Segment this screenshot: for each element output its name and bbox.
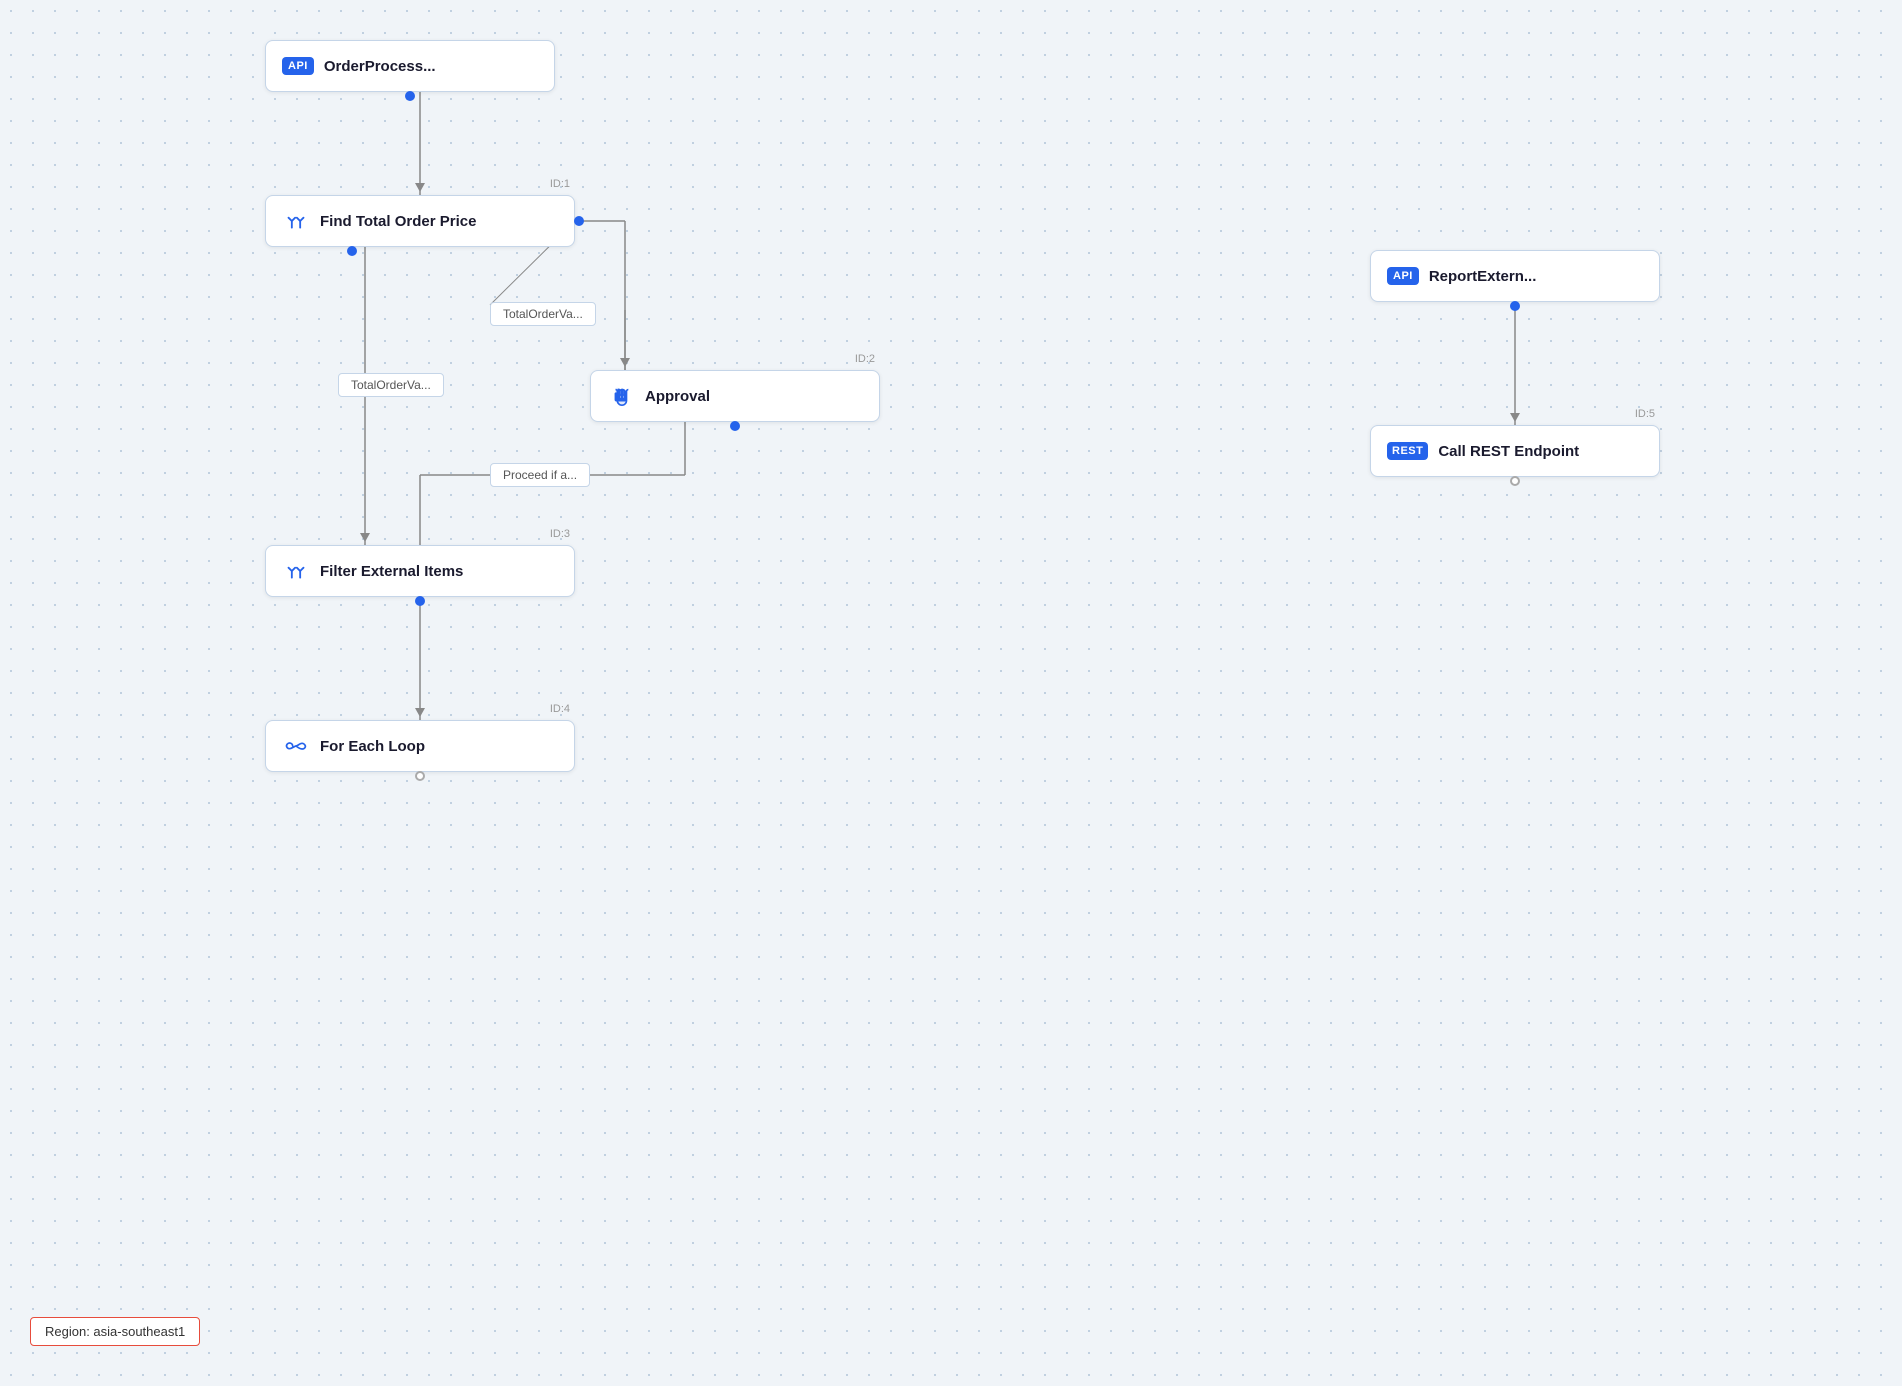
connector-totalorderva-left: TotalOrderVa... [338, 373, 444, 397]
api-badge-order: API [282, 57, 314, 75]
dot-order-bottom [405, 91, 415, 101]
node-order-process[interactable]: API OrderProcess... [265, 40, 555, 92]
node-for-each-loop[interactable]: ID:4 For Each Loop [265, 720, 575, 772]
loop-icon [282, 732, 310, 760]
dot-report-extern-bottom [1510, 301, 1520, 311]
dot-filter-external-bottom [415, 596, 425, 606]
dot-for-each-bottom-empty [415, 771, 425, 781]
region-label: Region: asia-southeast1 [45, 1324, 185, 1339]
node-find-total-label: Find Total Order Price [320, 213, 476, 230]
node-call-rest[interactable]: ID:5 REST Call REST Endpoint [1370, 425, 1660, 477]
dot-find-total-bottom [347, 246, 357, 256]
dot-approval-bottom [730, 421, 740, 431]
node-call-rest-id: ID:5 [1635, 408, 1655, 420]
node-report-extern-label: ReportExtern... [1429, 268, 1537, 285]
node-approval-label: Approval [645, 388, 710, 405]
filter-icon-find-total [282, 207, 310, 235]
connector-proceed-if: Proceed if a... [490, 463, 590, 487]
filter-icon-external [282, 557, 310, 585]
connector-totalorderva-top: TotalOrderVa... [490, 302, 596, 326]
region-badge: Region: asia-southeast1 [30, 1317, 200, 1346]
node-filter-external-label: Filter External Items [320, 563, 463, 580]
node-find-total[interactable]: ID:1 Find Total Order Price [265, 195, 575, 247]
node-order-process-label: OrderProcess... [324, 58, 436, 75]
node-report-extern[interactable]: API ReportExtern... [1370, 250, 1660, 302]
api-badge-report: API [1387, 267, 1419, 285]
node-for-each-label: For Each Loop [320, 738, 425, 755]
hand-icon-approval [607, 382, 635, 410]
node-approval-id: ID:2 [855, 353, 875, 365]
flow-canvas: API OrderProcess... ID:1 Find Total Orde… [0, 0, 1902, 1386]
dot-find-total-right [574, 216, 584, 226]
node-filter-external-id: ID:3 [550, 528, 570, 540]
dot-call-rest-bottom-empty [1510, 476, 1520, 486]
rest-badge: REST [1387, 442, 1428, 460]
node-filter-external[interactable]: ID:3 Filter External Items [265, 545, 575, 597]
node-approval[interactable]: ID:2 Approval [590, 370, 880, 422]
node-for-each-id: ID:4 [550, 703, 570, 715]
node-find-total-id: ID:1 [550, 178, 570, 190]
node-call-rest-label: Call REST Endpoint [1438, 443, 1579, 460]
